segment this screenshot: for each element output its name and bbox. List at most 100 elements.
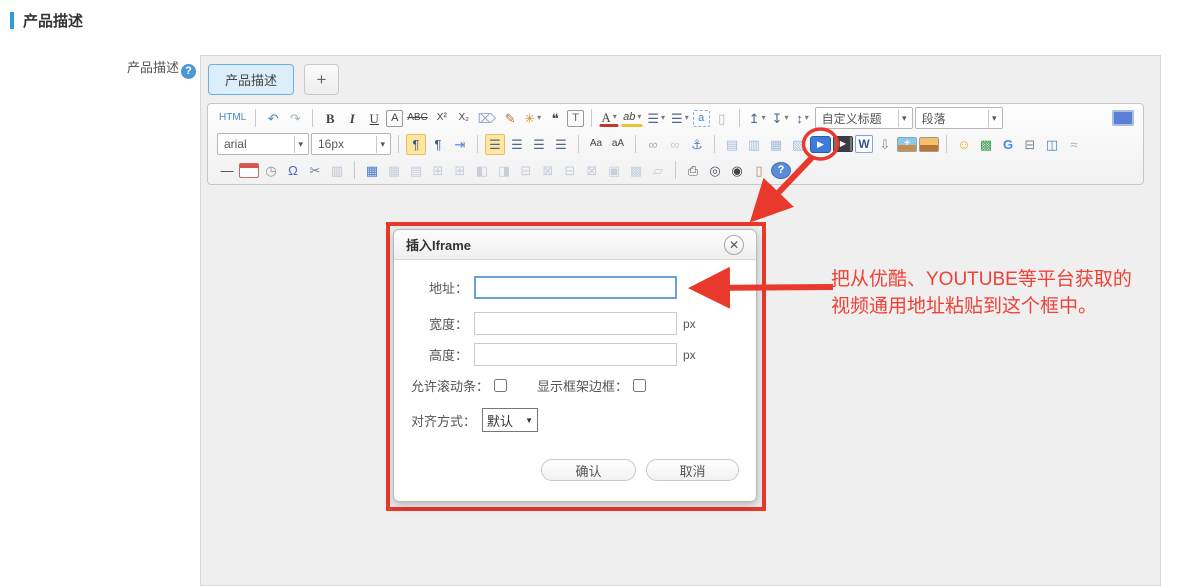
new-page-icon[interactable]: ▯	[712, 108, 732, 129]
dialog-title-bar: 插入Iframe ✕	[394, 230, 756, 260]
undo-icon[interactable]: ↶	[263, 108, 283, 129]
auto-typeset-icon[interactable]: ✳▾	[522, 108, 543, 129]
align-center-icon[interactable]: ☰	[507, 134, 527, 155]
address-input[interactable]	[474, 276, 677, 299]
special-char-icon[interactable]: Ω	[283, 160, 303, 181]
chevron-down-icon: ▾	[376, 136, 388, 153]
chevron-down-icon: ▾	[762, 114, 766, 122]
image-float-left-icon[interactable]: ▤	[722, 134, 742, 155]
anchor-icon[interactable]: ⚓	[687, 134, 707, 155]
font-size-select[interactable]: 16px▾	[311, 133, 391, 155]
preview-icon[interactable]: ◎	[705, 160, 725, 181]
row-insert-above-icon[interactable]: ⊞	[428, 160, 448, 181]
fetch-remote-image-icon[interactable]: ≈	[1064, 134, 1084, 155]
underline-icon[interactable]: U	[364, 108, 384, 129]
paste-as-text-icon[interactable]: T	[567, 110, 584, 127]
align-right-icon[interactable]: ☰	[529, 134, 549, 155]
char-border-icon[interactable]: A	[386, 110, 403, 127]
toolbar-separator	[714, 135, 715, 153]
frame-border-checkbox[interactable]	[633, 379, 646, 392]
font-family-select[interactable]: arial▾	[217, 133, 309, 155]
remove-link-icon[interactable]: ∞	[665, 134, 685, 155]
para-space-before-icon[interactable]: ↥▾	[747, 108, 768, 129]
word-image-icon[interactable]: ▥	[327, 160, 347, 181]
word-import-icon[interactable]: W	[855, 135, 873, 153]
subscript-icon[interactable]: X₂	[454, 108, 474, 129]
align-select[interactable]: 默认 ▼	[482, 408, 538, 432]
redo-icon[interactable]: ↷	[285, 108, 305, 129]
row-insert-below-icon[interactable]: ⊞	[450, 160, 470, 181]
anchor-inline-icon[interactable]: a	[693, 110, 710, 127]
to-lowercase-icon[interactable]: aA	[608, 134, 628, 155]
cell-split-icon[interactable]: ⊠	[538, 160, 558, 181]
insert-time-icon[interactable]: ◷	[261, 160, 281, 181]
insert-template-icon[interactable]: ◫	[1042, 134, 1062, 155]
horizontal-rule-icon[interactable]: —	[217, 160, 237, 181]
height-input[interactable]	[474, 343, 677, 366]
strikethrough-icon[interactable]: ABC	[405, 108, 430, 129]
toolbar-separator	[398, 135, 399, 153]
table-delete-icon[interactable]: ▦	[384, 160, 404, 181]
to-uppercase-icon[interactable]: Aa	[586, 134, 606, 155]
cell-merge-icon[interactable]: ⊟	[516, 160, 536, 181]
insert-table-icon[interactable]: ▦	[362, 160, 382, 181]
image-float-right-icon[interactable]: ▦	[766, 134, 786, 155]
insert-flash-video-icon[interactable]: ▶	[833, 136, 853, 152]
image-block-icon[interactable]: ▧	[788, 134, 808, 155]
emoticon-icon[interactable]: ☺	[954, 134, 974, 155]
cell-props-icon[interactable]: ▩	[626, 160, 646, 181]
col-insert-right-icon[interactable]: ◨	[494, 160, 514, 181]
table-header-icon[interactable]: ▤	[406, 160, 426, 181]
paste-board-icon[interactable]: ▯	[749, 160, 769, 181]
italic-icon[interactable]: I	[342, 108, 362, 129]
col-insert-left-icon[interactable]: ◧	[472, 160, 492, 181]
line-height-icon[interactable]: ↕▾	[793, 108, 813, 129]
blockquote-icon[interactable]: ❝	[545, 108, 565, 129]
google-map-icon[interactable]: G	[998, 134, 1018, 155]
row-delete-icon[interactable]: ⊟	[560, 160, 580, 181]
font-color-icon[interactable]: A▾	[599, 109, 619, 127]
chevron-down-icon: ▾	[637, 113, 641, 121]
remove-format-icon[interactable]: ⌦	[476, 108, 498, 129]
width-input[interactable]	[474, 312, 677, 335]
insert-video-icon[interactable]: ▶	[810, 136, 831, 153]
bold-icon[interactable]: B	[320, 108, 340, 129]
tab-product-description[interactable]: 产品描述	[208, 64, 294, 95]
paragraph-select[interactable]: 段落▾	[915, 107, 1003, 129]
table-props-icon[interactable]: ▣	[604, 160, 624, 181]
para-space-after-icon[interactable]: ↧▾	[770, 108, 791, 129]
format-painter-icon[interactable]: ✎	[500, 108, 520, 129]
unordered-list-icon[interactable]: ☰▾	[669, 108, 691, 129]
close-icon[interactable]: ✕	[724, 235, 744, 255]
indent-icon[interactable]: ⇥	[450, 134, 470, 155]
screenshot-icon[interactable]: ✂	[305, 160, 325, 181]
add-tab-button[interactable]: +	[304, 64, 339, 95]
scrollbar-checkbox[interactable]	[494, 379, 507, 392]
col-delete-icon[interactable]: ⊠	[582, 160, 602, 181]
insert-image-icon[interactable]	[919, 137, 939, 152]
print-icon[interactable]: ⎙	[683, 160, 703, 181]
cancel-button[interactable]: 取消	[646, 459, 739, 481]
ltr-paragraph-icon[interactable]: ¶	[406, 134, 426, 155]
insert-map-icon[interactable]: ▩	[976, 134, 996, 155]
ordered-list-icon[interactable]: ☰▾	[645, 108, 667, 129]
html-source-icon[interactable]: HTML	[217, 108, 248, 129]
confirm-button[interactable]: 确认	[541, 459, 636, 481]
superscript-icon[interactable]: X²	[432, 108, 452, 129]
page-break-icon[interactable]: ⊟	[1020, 134, 1040, 155]
align-left-icon[interactable]: ☰	[485, 134, 505, 155]
help-icon[interactable]: ?	[181, 64, 196, 79]
align-justify-icon[interactable]: ☰	[551, 134, 571, 155]
insert-link-icon[interactable]: ∞	[643, 134, 663, 155]
insert-flash-icon[interactable]: ⇩	[875, 134, 895, 155]
upload-image-icon[interactable]: +	[897, 137, 917, 152]
find-replace-icon[interactable]: ◉	[727, 160, 747, 181]
fullscreen-icon[interactable]	[1112, 110, 1134, 126]
help-icon[interactable]: ?	[771, 162, 791, 179]
excel-import-icon[interactable]: ▱	[648, 160, 668, 181]
image-inline-icon[interactable]: ▥	[744, 134, 764, 155]
rtl-paragraph-icon[interactable]: ¶	[428, 134, 448, 155]
highlight-color-icon[interactable]: ab▾	[621, 110, 643, 127]
insert-date-icon[interactable]	[239, 163, 259, 178]
heading-select[interactable]: 自定义标题▾	[815, 107, 913, 129]
